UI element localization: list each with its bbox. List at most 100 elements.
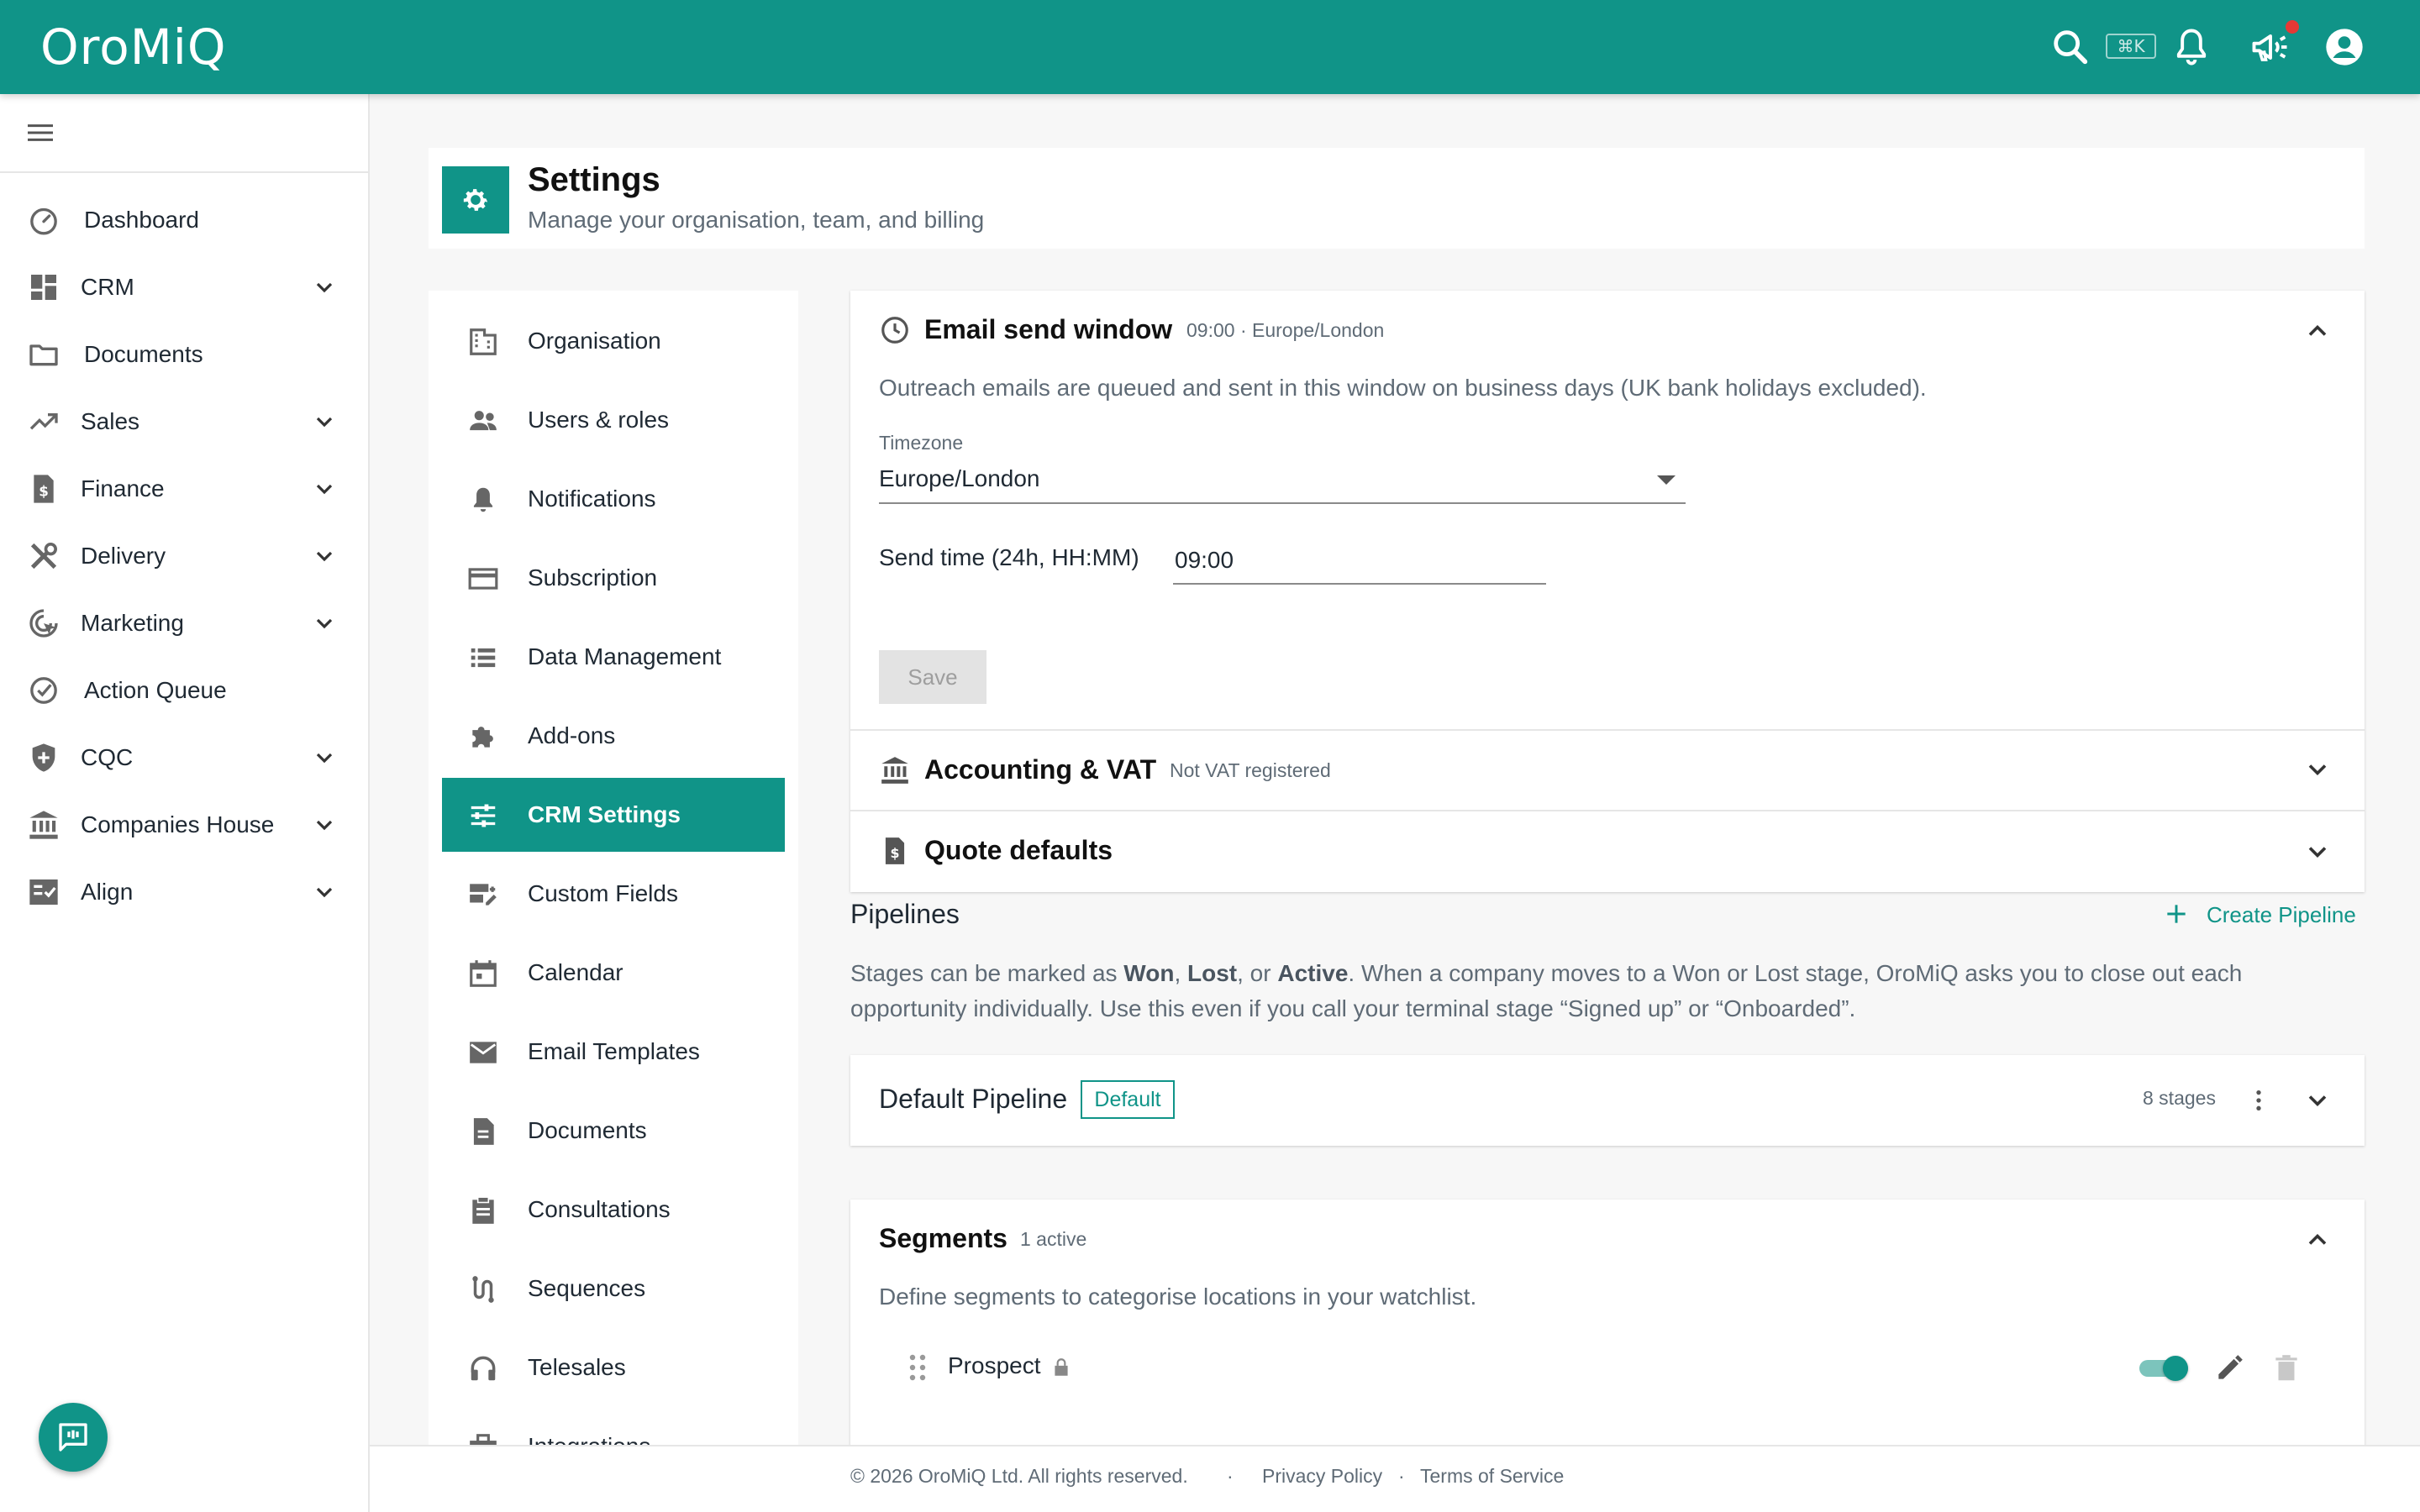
edit-icon[interactable] (2213, 1352, 2245, 1384)
settings-nav-add-ons[interactable]: Add-ons (442, 699, 785, 773)
bell-icon (473, 487, 493, 512)
chevron-down-icon[interactable] (2302, 1085, 2333, 1116)
chevron-up-icon[interactable] (2302, 1225, 2333, 1255)
settings-nav-label: Documents (528, 1117, 647, 1143)
settings-nav-documents[interactable]: Documents (442, 1094, 785, 1168)
accounting-vat-title[interactable]: Accounting & VAT (924, 754, 1156, 785)
people-icon (470, 411, 497, 431)
settings-header-badge (442, 166, 509, 234)
chevron-down-icon (316, 282, 333, 293)
app-logo[interactable]: OroMiQ (40, 18, 227, 76)
accordion-divider (850, 729, 2365, 731)
sidebar-item-delivery[interactable]: Delivery (0, 522, 370, 590)
footer-separator: · (1227, 1465, 1234, 1487)
segment-enabled-toggle[interactable] (2139, 1356, 2188, 1381)
tools-icon (30, 543, 57, 570)
chevron-down-icon[interactable] (2302, 837, 2333, 867)
megaphone-icon[interactable] (2249, 25, 2292, 69)
calendar-icon (470, 960, 497, 987)
pipeline-name: Default Pipeline (879, 1084, 1068, 1114)
pipeline-row[interactable] (850, 1055, 2365, 1146)
settings-nav-crm-settings[interactable]: CRM Settings (442, 778, 785, 852)
settings-nav-consultations[interactable]: Consultations (442, 1173, 785, 1247)
settings-nav-telesales[interactable]: Telesales (442, 1331, 785, 1404)
privacy-policy-link[interactable]: Privacy Policy (1262, 1465, 1382, 1488)
pipelines-heading: Pipelines (850, 899, 960, 929)
menu-icon[interactable] (24, 116, 57, 150)
settings-nav-email-templates[interactable]: Email Templates (442, 1015, 785, 1089)
clipboard-icon (472, 1196, 494, 1224)
sidebar-item-label: Finance (81, 475, 165, 501)
sidebar-item-finance[interactable]: $ Finance (0, 455, 370, 522)
sidebar-item-dashboard[interactable]: Dashboard (0, 186, 370, 254)
settings-nav-label: Notifications (528, 486, 656, 512)
sidebar-item-align[interactable]: Align (0, 858, 370, 926)
dashboard-grid-icon (31, 275, 56, 300)
sidebar-divider (0, 171, 370, 173)
speedometer-icon (30, 207, 57, 235)
chevron-down-icon (316, 753, 333, 764)
building-icon (470, 328, 497, 355)
settings-nav-label: Custom Fields (528, 880, 678, 906)
footer-separator: · (1398, 1465, 1405, 1487)
sidebar-item-marketing[interactable]: Marketing (0, 590, 370, 657)
bell-icon[interactable] (2170, 25, 2213, 69)
save-button[interactable]: Save (879, 650, 986, 704)
settings-nav-users-roles[interactable]: Users & roles (442, 383, 785, 457)
timezone-label: Timezone (879, 432, 964, 454)
search-icon[interactable] (2049, 25, 2092, 69)
trending-up-icon (29, 413, 58, 430)
sidebar-item-cqc[interactable]: CQC (0, 724, 370, 791)
sidebar-item-sales[interactable]: Sales (0, 388, 370, 455)
settings-nav-organisation[interactable]: Organisation (442, 304, 785, 378)
bank-icon (29, 811, 58, 839)
settings-nav-label: Email Templates (528, 1038, 700, 1064)
segments-description: Define segments to categorise locations … (879, 1284, 1477, 1310)
quote-defaults-title[interactable]: Quote defaults (924, 835, 1113, 866)
terms-of-service-link[interactable]: Terms of Service (1420, 1465, 1564, 1488)
settings-nav-label: Organisation (528, 328, 661, 354)
chevron-down-icon[interactable] (2302, 754, 2333, 785)
sidebar-item-documents[interactable]: Documents (0, 321, 370, 388)
chevron-down-icon (316, 484, 333, 495)
send-time-label: Send time (24h, HH:MM) (879, 544, 1139, 570)
sidebar-item-companies-house[interactable]: Companies House (0, 791, 370, 858)
search-shortcut-hint: ⌘K (2106, 34, 2156, 59)
settings-nav-subscription[interactable]: Subscription (442, 541, 785, 615)
headset-icon (471, 1356, 496, 1381)
sidebar-item-label: Dashboard (84, 207, 199, 233)
chevron-down-icon (316, 820, 333, 831)
timezone-select[interactable]: Europe/London (879, 460, 1686, 504)
page-footer (370, 1445, 2420, 1512)
segments-title[interactable]: Segments (879, 1223, 1007, 1254)
credit-card-icon (468, 568, 498, 590)
checklist-icon (29, 879, 58, 905)
send-time-input[interactable] (1173, 538, 1546, 585)
account-circle-icon[interactable] (2323, 25, 2366, 69)
puzzle-icon (472, 727, 493, 748)
settings-nav-label: Telesales (528, 1354, 626, 1380)
sidebar-item-action-queue[interactable]: Action Queue (0, 657, 370, 724)
settings-nav-calendar[interactable]: Calendar (442, 936, 785, 1010)
settings-nav-sequences[interactable]: Sequences (442, 1252, 785, 1326)
target-cursor-icon (29, 609, 58, 638)
chat-support-button[interactable] (39, 1403, 108, 1472)
chevron-up-icon[interactable] (2302, 316, 2333, 346)
sidebar-item-label: Delivery (81, 543, 166, 569)
plus-icon (2167, 905, 2186, 923)
check-circle-icon (30, 677, 57, 704)
more-vert-icon[interactable] (2245, 1084, 2272, 1117)
chevron-down-icon (316, 417, 333, 428)
settings-nav-notifications[interactable]: Notifications (442, 462, 785, 536)
default-badge: Default (1081, 1080, 1175, 1119)
sidebar-item-crm[interactable]: CRM (0, 254, 370, 321)
settings-nav-label: Calendar (528, 959, 623, 985)
settings-nav-custom-fields[interactable]: Custom Fields (442, 857, 785, 931)
settings-nav-data-management[interactable]: Data Management (442, 620, 785, 694)
email-window-title[interactable]: Email send window (924, 314, 1172, 345)
delete-icon[interactable] (2270, 1352, 2302, 1384)
lock-icon (1055, 1358, 1068, 1376)
settings-nav-label: Consultations (528, 1196, 671, 1222)
settings-nav-label: Data Management (528, 643, 722, 669)
drag-handle-icon[interactable] (906, 1352, 929, 1383)
